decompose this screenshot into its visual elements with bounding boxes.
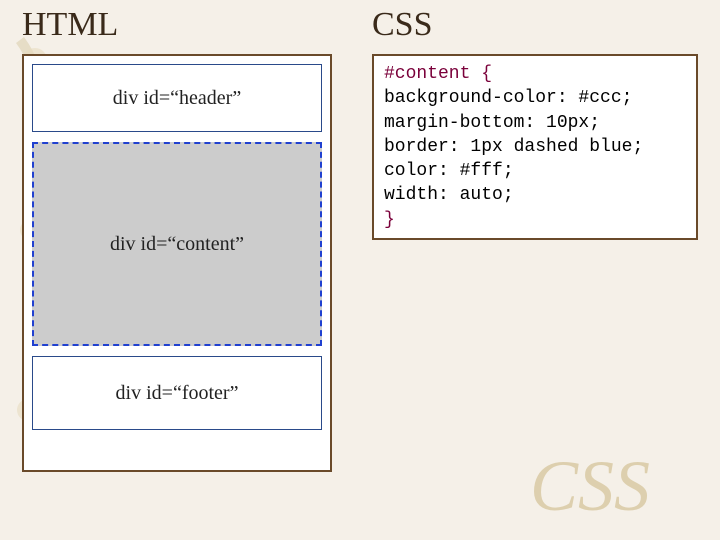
css-selector: #content [384, 64, 470, 84]
css-rule-1: margin-bottom: 10px; [384, 113, 600, 133]
html-layout-diagram: div id=“header” div id=“content” div id=… [22, 54, 332, 472]
css-column-heading: CSS [372, 6, 698, 44]
css-rule-2: border: 1px dashed blue; [384, 137, 643, 157]
css-rule-4: width: auto; [384, 185, 514, 205]
div-header-box: div id=“header” [32, 64, 322, 132]
css-code-block: #content { background-color: #ccc; margi… [372, 54, 698, 240]
div-header-label: div id=“header” [113, 87, 241, 110]
div-content-box: div id=“content” [32, 142, 322, 346]
html-column-heading: HTML [22, 6, 342, 44]
div-content-label: div id=“content” [110, 233, 244, 256]
div-footer-box: div id=“footer” [32, 356, 322, 430]
div-footer-label: div id=“footer” [116, 382, 239, 405]
css-rule-0: background-color: #ccc; [384, 88, 632, 108]
css-rule-3: color: #fff; [384, 161, 514, 181]
